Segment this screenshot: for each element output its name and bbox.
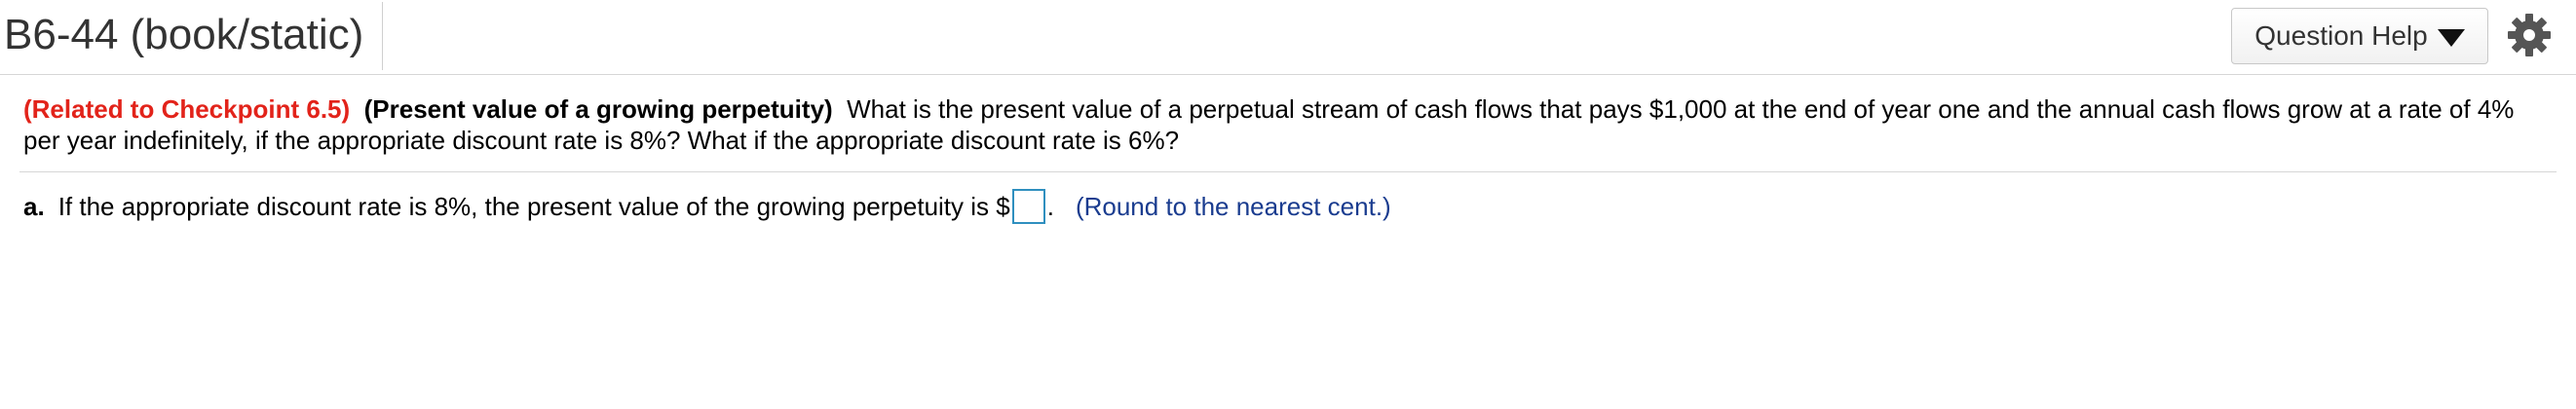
caret-down-icon (2437, 29, 2465, 47)
part-a-letter: a. (23, 192, 45, 221)
question-divider (19, 171, 2557, 172)
question-help-label: Question Help (2254, 20, 2428, 51)
header-bar: B6-44 (book/static) Question Help (0, 0, 2576, 75)
page-title: B6-44 (book/static) (4, 11, 364, 58)
answer-input[interactable] (1011, 189, 1045, 224)
part-a-prompt: If the appropriate discount rate is 8%, … (57, 192, 1010, 221)
answer-period: . (1046, 192, 1054, 221)
question-topic: (Present value of a growing perpetuity) (363, 94, 833, 124)
question-help-button[interactable]: Question Help (2231, 8, 2488, 64)
question-text: (Related to Checkpoint 6.5) (Present val… (23, 93, 2557, 156)
title-divider (382, 2, 383, 70)
gear-icon[interactable] (2506, 12, 2553, 58)
rounding-hint: (Round to the nearest cent.) (1075, 192, 1391, 221)
part-a-row: a. If the appropriate discount rate is 8… (23, 189, 1391, 224)
related-checkpoint-label: (Related to Checkpoint 6.5) (23, 94, 351, 124)
question-page: B6-44 (book/static) Question Help (Relat… (0, 0, 2576, 409)
